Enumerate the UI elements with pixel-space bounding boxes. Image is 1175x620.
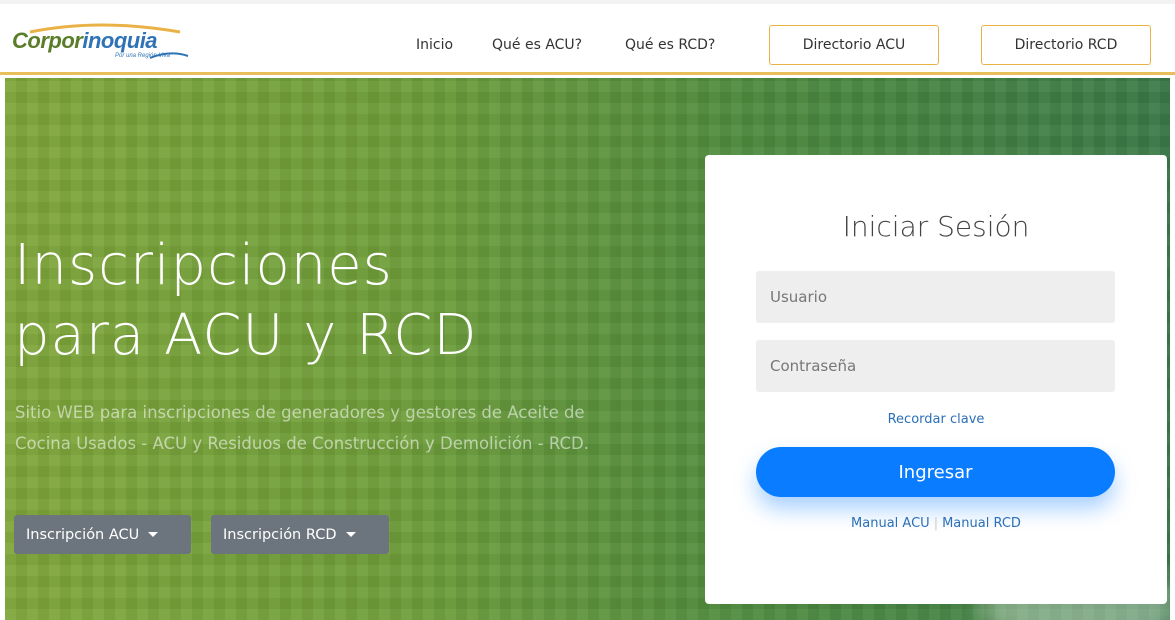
directorio-rcd-button[interactable]: Directorio RCD [981,25,1151,65]
manual-separator: | [933,516,939,531]
ingresar-button[interactable]: Ingresar [756,447,1115,497]
hero-title-line-2: para ACU y RCD [14,303,478,368]
inscripcion-acu-label: Inscripción ACU [26,526,140,543]
brand-slogan: Por una Región Viva [115,53,170,59]
recordar-clave-link[interactable]: Recordar clave [705,412,1167,427]
hero-description: Sitio WEB para inscripciones de generado… [15,403,589,453]
manuals-links: Manual ACU | Manual RCD [705,516,1167,531]
caret-down-icon [148,532,159,537]
inscripcion-rcd-dropdown[interactable]: Inscripción RCD [211,515,389,554]
inscripcion-acu-dropdown[interactable]: Inscripción ACU [14,515,191,554]
manual-acu-link[interactable]: Manual ACU [851,516,930,531]
brand-name: Corporinoquia [12,28,158,53]
top-navbar: Corporinoquia Por una Región Viva Inicio… [0,0,1175,75]
nav-link-que-es-acu[interactable]: Qué es ACU? [492,37,582,53]
nav-link-que-es-rcd[interactable]: Qué es RCD? [625,37,715,53]
manual-rcd-link[interactable]: Manual RCD [942,516,1021,531]
caret-down-icon [345,532,356,537]
hero-title: Inscripciones para ACU y RCD [14,231,634,371]
inscripcion-rcd-label: Inscripción RCD [223,526,337,543]
login-title: Iniciar Sesión [842,210,1030,243]
password-input[interactable] [756,340,1115,392]
directorio-acu-button[interactable]: Directorio ACU [769,25,939,65]
nav-link-inicio[interactable]: Inicio [416,37,453,53]
login-card: Iniciar Sesión Recordar clave Ingresar M… [705,155,1167,604]
corporinoquia-logo[interactable]: Corporinoquia Por una Región Viva [10,22,190,68]
username-input[interactable] [756,271,1115,323]
hero-title-line-1: Inscripciones [14,233,393,298]
